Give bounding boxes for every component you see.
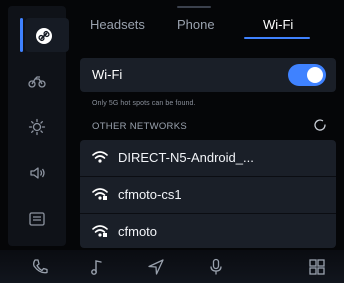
sidebar-item-system[interactable] [8, 196, 66, 242]
wifi-signal-icon [92, 150, 108, 164]
brightness-icon [27, 117, 47, 137]
navigation-icon[interactable] [146, 257, 166, 277]
tab-headsets[interactable]: Headsets [90, 16, 145, 36]
bottom-nav-bar [0, 250, 344, 283]
network-name: cfmoto [118, 224, 158, 239]
network-item[interactable]: cfmoto [80, 214, 336, 250]
settings-sidebar [8, 6, 69, 246]
music-icon[interactable] [87, 257, 107, 277]
sidebar-item-display[interactable] [8, 104, 66, 150]
tab-phone[interactable]: Phone [177, 16, 215, 36]
apps-grid-icon[interactable] [307, 257, 327, 277]
section-title-other-networks: OTHER NETWORKS [92, 121, 187, 132]
wifi-signal-locked-icon [92, 187, 108, 201]
network-item[interactable]: DIRECT-N5-Android_... [80, 140, 336, 176]
toggle-knob [307, 67, 323, 83]
wifi-signal-locked-icon [92, 224, 108, 238]
wifi-toggle-row: Wi-Fi [80, 58, 336, 92]
network-item[interactable]: cfmoto-cs1 [80, 177, 336, 213]
network-list: DIRECT-N5-Android_... cfmoto-cs1 cfmoto [80, 140, 336, 248]
tab-active-underline [244, 37, 310, 39]
motorcycle-icon [27, 71, 47, 91]
keyboard-icon [27, 209, 47, 229]
link-icon [34, 26, 54, 46]
wifi-hint-text: Only 5G hot spots can be found. [92, 100, 196, 107]
network-name: DIRECT-N5-Android_... [118, 150, 254, 165]
tab-wifi[interactable]: Wi-Fi [263, 16, 293, 36]
phone-icon[interactable] [30, 257, 50, 277]
tab-handle [177, 6, 211, 8]
refresh-icon[interactable] [312, 117, 328, 133]
sidebar-item-connections[interactable] [8, 13, 66, 59]
wifi-toggle[interactable] [288, 64, 326, 86]
volume-icon [27, 163, 47, 183]
microphone-icon[interactable] [206, 257, 226, 277]
wifi-label: Wi-Fi [92, 67, 123, 82]
sidebar-item-vehicle[interactable] [8, 58, 66, 104]
network-name: cfmoto-cs1 [118, 187, 182, 202]
sidebar-item-sound[interactable] [8, 150, 66, 196]
